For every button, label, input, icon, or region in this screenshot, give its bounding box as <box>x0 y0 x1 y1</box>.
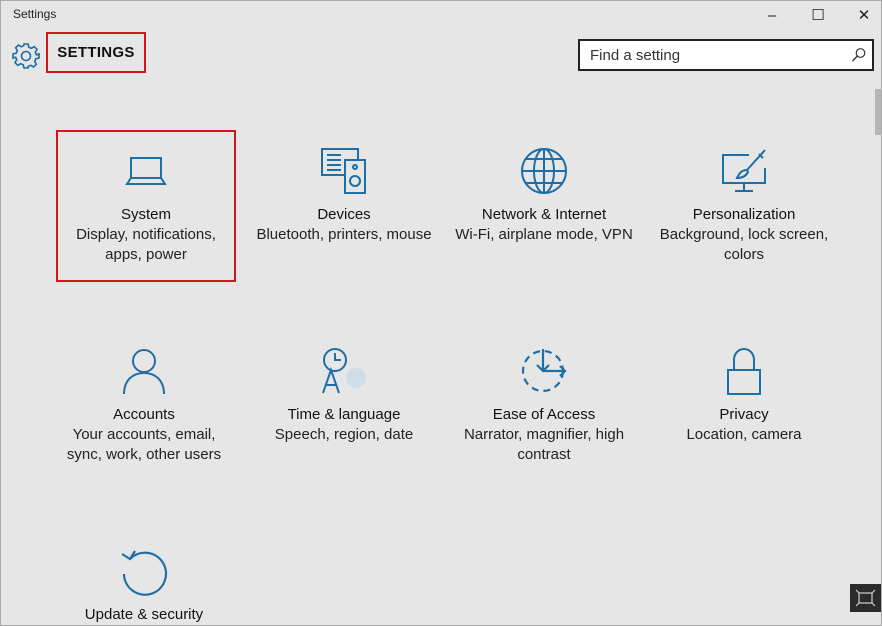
snap-button[interactable] <box>850 584 881 612</box>
category-name: Update & security <box>84 606 204 623</box>
category-name: Devices <box>317 206 371 223</box>
ease-of-access-icon <box>521 349 567 393</box>
category-network[interactable]: Network & Internet Wi-Fi, airplane mode,… <box>454 130 634 282</box>
category-desc: Wi-Fi, airplane mode, VPN <box>455 226 633 243</box>
person-icon <box>123 349 165 395</box>
search-icon[interactable] <box>850 46 868 64</box>
maximize-button[interactable]: ☐ <box>795 1 841 29</box>
devices-icon <box>321 148 366 194</box>
category-name: System <box>120 206 171 223</box>
category-name: Privacy <box>719 406 769 423</box>
category-devices[interactable]: Devices Bluetooth, printers, mouse <box>254 130 434 282</box>
scrollbar-thumb[interactable] <box>875 89 881 135</box>
window-title: Settings <box>13 7 57 21</box>
category-update-security[interactable]: Update & security <box>54 530 234 625</box>
laptop-icon <box>125 157 167 185</box>
refresh-icon <box>121 550 168 596</box>
globe-icon <box>521 148 567 194</box>
category-privacy[interactable]: Privacy Location, camera <box>654 330 834 482</box>
category-name: Ease of Access <box>492 406 596 423</box>
time-language-icon <box>322 348 366 394</box>
page-title: SETTINGS <box>46 32 146 73</box>
resize-icon <box>855 589 876 607</box>
title-bar[interactable]: Settings – ☐ ✕ <box>1 1 881 29</box>
category-desc: Your accounts, email, sync, work, other … <box>66 426 222 463</box>
category-desc: Location, camera <box>686 426 802 443</box>
category-time-language[interactable]: Time & language Speech, region, date <box>254 330 434 482</box>
category-system[interactable]: System Display, notifications, apps, pow… <box>56 130 236 282</box>
category-name: Time & language <box>287 406 401 423</box>
settings-window: Settings – ☐ ✕ SETTINGS System Display, … <box>0 0 882 626</box>
category-name: Network & Internet <box>481 206 607 223</box>
category-desc: Speech, region, date <box>274 426 414 443</box>
search-box[interactable] <box>578 39 874 71</box>
category-name: Personalization <box>692 206 796 223</box>
category-personalization[interactable]: Personalization Background, lock screen,… <box>654 130 834 282</box>
category-accounts[interactable]: Accounts Your accounts, email, sync, wor… <box>54 330 234 482</box>
search-input[interactable] <box>580 41 842 69</box>
close-button[interactable]: ✕ <box>841 1 882 29</box>
category-desc: Bluetooth, printers, mouse <box>256 226 432 243</box>
category-desc: Display, notifications, apps, power <box>76 226 216 263</box>
minimize-button[interactable]: – <box>749 1 795 29</box>
paint-monitor-icon <box>722 149 766 192</box>
category-ease-of-access[interactable]: Ease of Access Narrator, magnifier, high… <box>454 330 634 482</box>
lock-icon <box>727 347 761 395</box>
category-desc: Background, lock screen, colors <box>659 226 829 263</box>
gear-icon <box>12 43 40 69</box>
category-name: Accounts <box>113 406 175 423</box>
category-desc: Narrator, magnifier, high contrast <box>463 426 625 463</box>
